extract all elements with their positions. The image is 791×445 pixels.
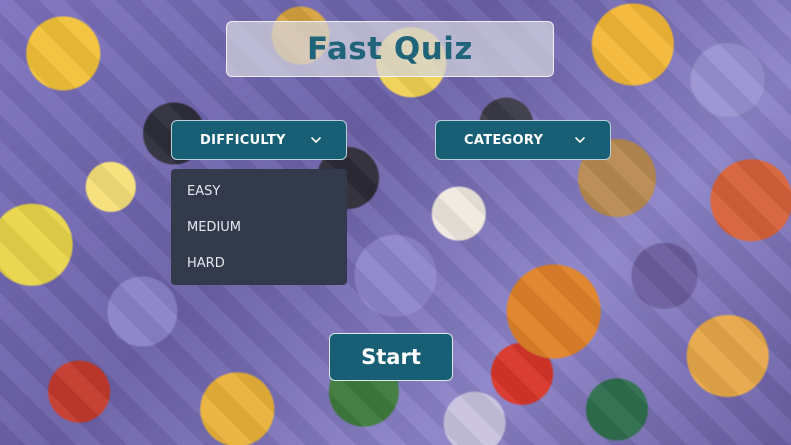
- category-select-button[interactable]: CATEGORY: [435, 120, 611, 160]
- difficulty-label: DIFFICULTY: [200, 132, 286, 148]
- difficulty-option-easy[interactable]: EASY: [171, 174, 347, 210]
- chevron-down-icon: [310, 134, 322, 146]
- title-banner: Fast Quiz: [226, 21, 554, 77]
- chevron-down-icon: [574, 134, 586, 146]
- category-label: CATEGORY: [464, 132, 544, 148]
- difficulty-select-button[interactable]: DIFFICULTY: [171, 120, 347, 160]
- difficulty-option-hard[interactable]: HARD: [171, 246, 347, 282]
- start-button[interactable]: Start: [329, 333, 453, 381]
- difficulty-option-medium[interactable]: MEDIUM: [171, 210, 347, 246]
- difficulty-dropdown-menu: EASY MEDIUM HARD: [171, 169, 347, 285]
- page-title: Fast Quiz: [307, 31, 473, 67]
